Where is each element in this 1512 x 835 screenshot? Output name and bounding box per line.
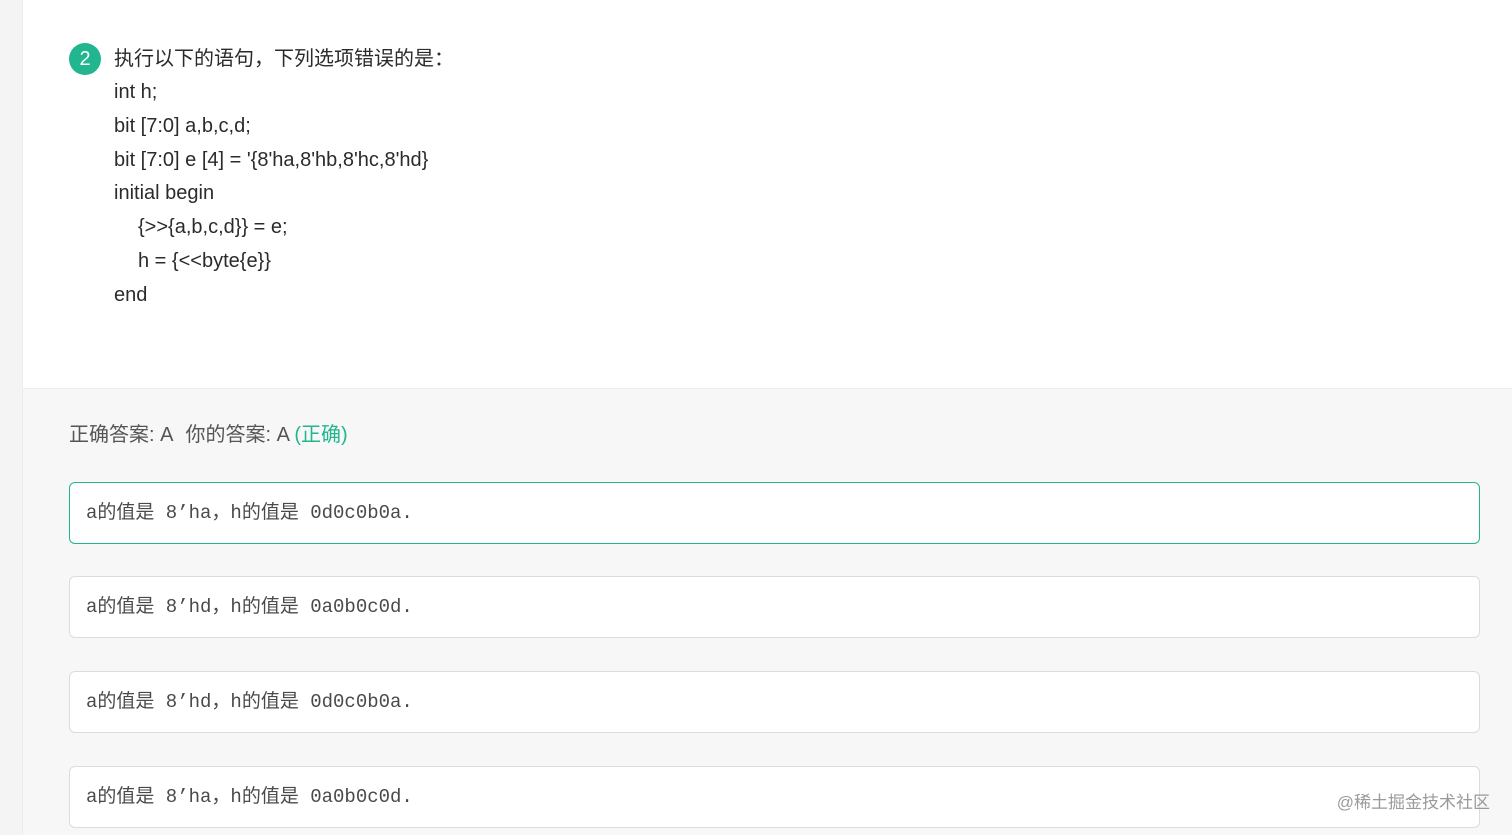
code-line: end	[114, 283, 148, 306]
question-panel: 2 执行以下的语句，下列选项错误的是： int h; bit [7:0] a,b…	[23, 0, 1512, 389]
option-c[interactable]: a的值是 8’hd，h的值是 0d0c0b0a.	[69, 671, 1480, 733]
left-rail	[0, 0, 23, 835]
option-d[interactable]: a的值是 8’ha，h的值是 0a0b0c0d.	[69, 766, 1480, 828]
answer-summary: 正确答案: A 你的答案: A (正确)	[69, 419, 348, 451]
code-line: bit [7:0] a,b,c,d;	[114, 114, 251, 137]
your-answer-label: 你的答案: A	[185, 424, 289, 446]
question-number-badge: 2	[69, 43, 101, 75]
answer-result-badge: (正确)	[294, 424, 348, 446]
watermark-text: @稀土掘金技术社区	[1336, 793, 1490, 812]
option-a[interactable]: a的值是 8’ha，h的值是 0d0c0b0a.	[69, 482, 1480, 544]
code-line: int h;	[114, 81, 158, 103]
quiz-page: 2 执行以下的语句，下列选项错误的是： int h; bit [7:0] a,b…	[0, 0, 1512, 835]
code-line: initial begin	[114, 182, 215, 205]
code-line: bit [7:0] e [4] = '{8'ha,8'hb,8'hc,8'hd}	[114, 148, 429, 171]
code-line: h = {<<byte{e}}	[138, 249, 271, 272]
code-line: {>>{a,b,c,d}} = e;	[138, 216, 288, 239]
answer-panel: 正确答案: A 你的答案: A (正确) a的值是 8’ha，h的值是 0d0c0…	[23, 389, 1512, 835]
question-title: 执行以下的语句，下列选项错误的是：	[114, 48, 454, 70]
question-code-block: int h; bit [7:0] a,b,c,d; bit [7:0] e [4…	[114, 76, 428, 313]
option-b[interactable]: a的值是 8’hd，h的值是 0a0b0c0d.	[69, 576, 1480, 638]
correct-answer-label: 正确答案: A	[69, 424, 174, 446]
